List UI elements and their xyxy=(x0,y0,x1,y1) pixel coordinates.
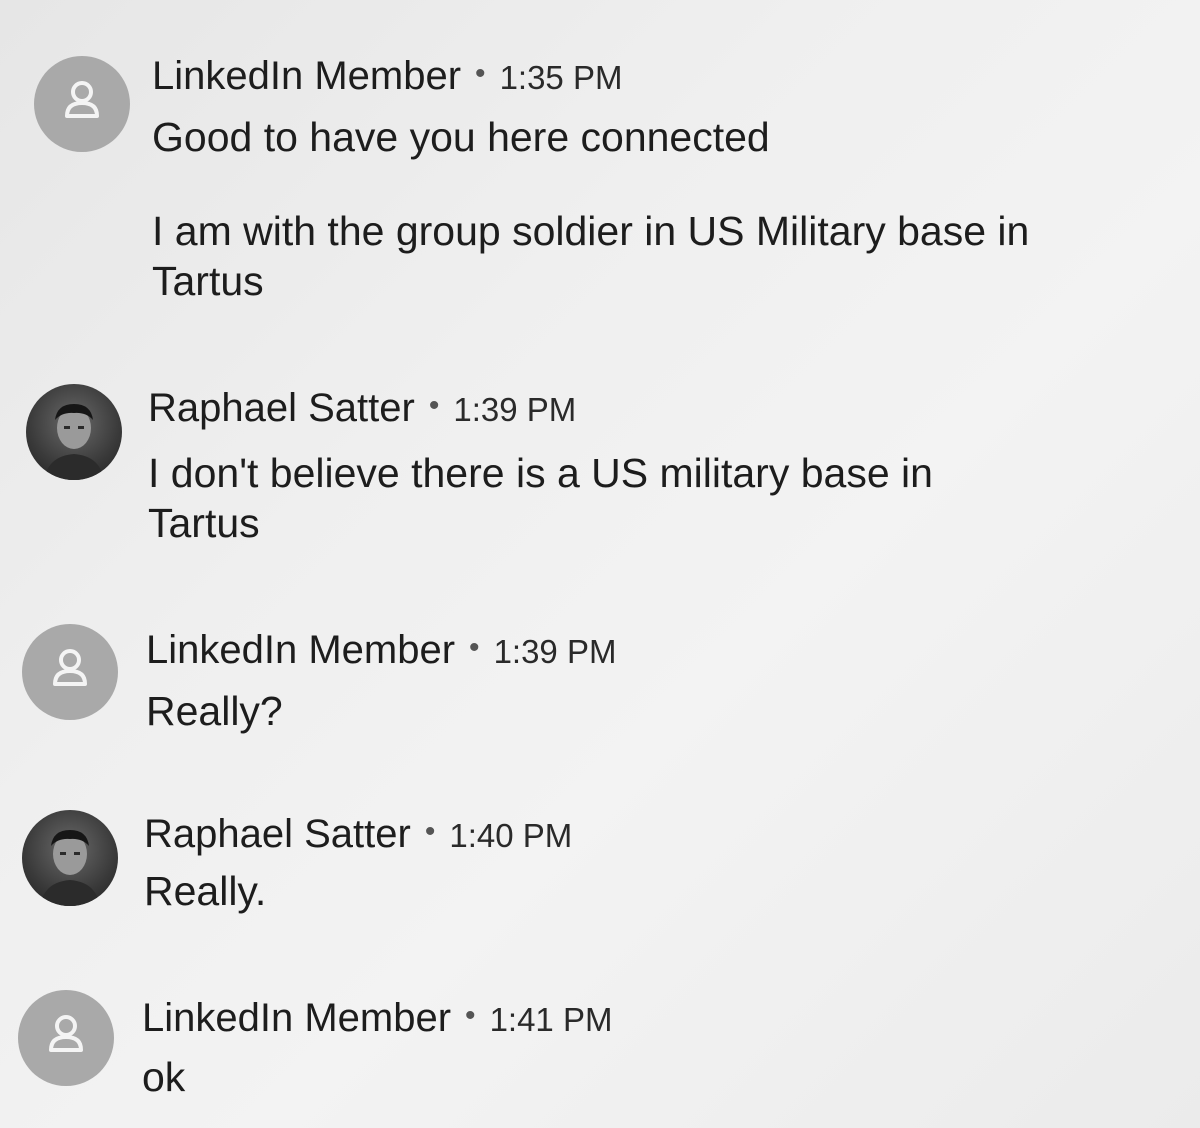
message-header: LinkedIn Member • 1:39 PM xyxy=(146,624,616,676)
message-text: Good to have you here connected xyxy=(152,114,770,160)
sender-name[interactable]: LinkedIn Member xyxy=(142,996,451,1040)
message-text: I don't believe there is a US military b… xyxy=(148,450,933,546)
timestamp: 1:39 PM xyxy=(453,391,577,428)
timestamp: 1:40 PM xyxy=(449,817,573,854)
separator-dot: • xyxy=(424,815,436,848)
message-header: LinkedIn Member • 1:41 PM xyxy=(142,992,612,1044)
timestamp: 1:39 PM xyxy=(493,633,617,670)
message-header: Raphael Satter • 1:40 PM xyxy=(144,808,572,860)
avatar[interactable] xyxy=(22,810,118,906)
separator-dot: • xyxy=(475,57,486,90)
message-text: Really. xyxy=(144,868,267,914)
separator-dot: • xyxy=(465,999,476,1032)
sender-name[interactable]: LinkedIn Member xyxy=(146,628,455,672)
message-text: I am with the group soldier in US Milita… xyxy=(152,208,1030,304)
ghost-person-icon[interactable] xyxy=(22,624,118,720)
message-header: Raphael Satter • 1:39 PM xyxy=(148,382,576,434)
separator-dot: • xyxy=(428,389,440,422)
ghost-person-icon[interactable] xyxy=(34,56,130,152)
message-thread: LinkedIn Member • 1:35 PM Good to have you… xyxy=(0,0,1200,1128)
message-text: Really? xyxy=(146,688,283,734)
separator-dot: • xyxy=(469,631,480,664)
timestamp: 1:35 PM xyxy=(499,59,623,96)
message-text: ok xyxy=(142,1054,186,1100)
avatar[interactable] xyxy=(26,384,122,480)
message-header: LinkedIn Member • 1:35 PM xyxy=(152,50,622,102)
timestamp: 1:41 PM xyxy=(489,1001,613,1038)
sender-name[interactable]: LinkedIn Member xyxy=(152,54,461,98)
ghost-person-icon[interactable] xyxy=(18,990,114,1086)
sender-name[interactable]: Raphael Satter xyxy=(144,812,411,856)
sender-name[interactable]: Raphael Satter xyxy=(148,386,415,430)
